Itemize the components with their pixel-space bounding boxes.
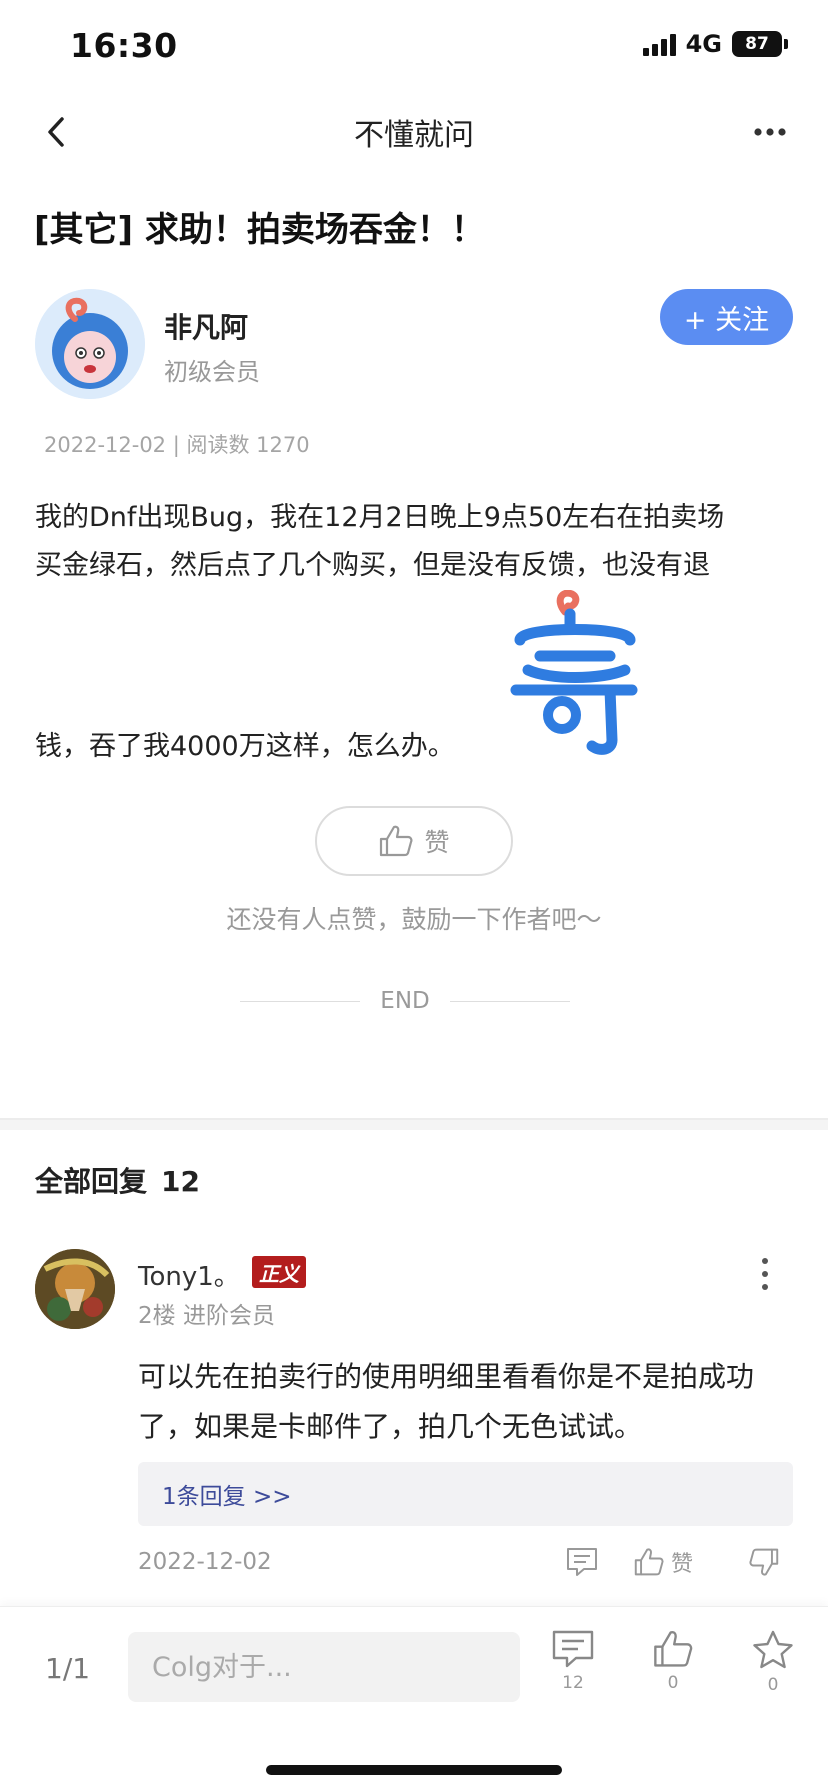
reply-avatar[interactable] bbox=[35, 1249, 115, 1329]
reply-author-badge: 正义 bbox=[252, 1256, 306, 1288]
favorites-count: 0 bbox=[767, 1675, 779, 1695]
thumbs-up-icon bbox=[654, 1631, 693, 1667]
status-bar: 16:30 4G 87 bbox=[0, 0, 828, 92]
thumbs-down-icon bbox=[749, 1548, 779, 1576]
reply-like-label: 赞 bbox=[671, 1552, 694, 1577]
like-button[interactable]: 赞 bbox=[315, 806, 513, 876]
post-body-line: 钱，吞了我4000万这样，怎么办。 bbox=[35, 731, 455, 762]
author-name[interactable]: 非凡阿 bbox=[164, 306, 248, 346]
reply-content: 可以先在拍卖行的使用明细里看看你是不是拍成功了，如果是卡邮件了，拍几个无色试试。 bbox=[138, 1360, 755, 1443]
post-body-line: 买金绿石，然后点了几个购买，但是没有反馈，也没有退 bbox=[35, 550, 710, 581]
section-divider bbox=[0, 1118, 828, 1130]
battery-level: 87 bbox=[732, 31, 782, 57]
page-indicator[interactable]: 1/1 bbox=[45, 1652, 90, 1685]
sub-replies-link[interactable]: 1条回复 >> bbox=[138, 1462, 793, 1526]
post-body: 我的Dnf出现Bug，我在12月2日晚上9点50左右在拍卖场 买金绿石，然后点了… bbox=[35, 494, 795, 590]
comment-icon bbox=[552, 1630, 594, 1668]
bottom-bar: 1/1 12 0 0 bbox=[0, 1606, 828, 1792]
likes-count: 0 bbox=[667, 1673, 679, 1693]
comment-icon bbox=[567, 1548, 597, 1576]
comments-count: 12 bbox=[562, 1673, 584, 1693]
like-label: 赞 bbox=[424, 828, 450, 857]
sticker-image bbox=[500, 589, 650, 760]
signal-icon bbox=[642, 32, 676, 56]
like-post-button[interactable]: 0 bbox=[643, 1629, 703, 1693]
status-indicators: 4G 87 bbox=[642, 30, 788, 58]
replies-count: 12 bbox=[161, 1165, 200, 1198]
reply-more-button[interactable] bbox=[752, 1254, 778, 1294]
post-title: [其它] 求助！拍卖场吞金！！ bbox=[34, 210, 485, 250]
avatar-cartoon-icon bbox=[35, 289, 145, 399]
replies-heading-label: 全部回复 bbox=[35, 1165, 148, 1198]
comment-input[interactable] bbox=[128, 1632, 520, 1702]
status-time: 16:30 bbox=[70, 26, 178, 65]
end-divider: END bbox=[240, 988, 571, 1014]
nav-bar: 不懂就问 bbox=[0, 92, 828, 172]
follow-button[interactable]: + 关注 bbox=[660, 289, 793, 345]
like-hint: 还没有人点赞，鼓励一下作者吧～ bbox=[226, 905, 602, 934]
avatar-game-icon bbox=[35, 1249, 115, 1329]
author-level: 初级会员 bbox=[164, 358, 260, 386]
end-label: END bbox=[380, 988, 430, 1014]
battery-icon: 87 bbox=[732, 31, 788, 57]
reply-meta: 2楼 进阶会员 bbox=[138, 1303, 275, 1329]
author-avatar[interactable] bbox=[35, 289, 145, 399]
more-options-button[interactable] bbox=[748, 110, 792, 154]
star-icon bbox=[753, 1630, 793, 1669]
thumbs-up-icon bbox=[380, 825, 413, 857]
favorite-button[interactable]: 0 bbox=[743, 1629, 803, 1695]
more-vertical-icon bbox=[762, 1258, 768, 1264]
post-body-line: 我的Dnf出现Bug，我在12月2日晚上9点50左右在拍卖场 bbox=[35, 502, 725, 533]
network-type: 4G bbox=[685, 30, 722, 58]
thumbs-up-icon bbox=[634, 1548, 664, 1576]
more-dots-icon bbox=[754, 128, 786, 136]
home-indicator[interactable] bbox=[266, 1765, 562, 1775]
comments-button[interactable]: 12 bbox=[543, 1629, 603, 1693]
reply-date: 2022-12-02 bbox=[138, 1549, 272, 1575]
reply-like-button[interactable]: 赞 bbox=[633, 1542, 693, 1582]
replies-heading: 全部回复 12 bbox=[35, 1160, 200, 1200]
page-title: 不懂就问 bbox=[354, 118, 474, 153]
reply-comment-button[interactable] bbox=[565, 1542, 599, 1582]
ji-sticker-icon bbox=[510, 589, 638, 755]
reply-author-name[interactable]: Tony1。 bbox=[138, 1256, 240, 1293]
reply-dislike-button[interactable] bbox=[748, 1542, 780, 1582]
post-meta: 2022-12-02 | 阅读数 1270 bbox=[44, 433, 310, 457]
